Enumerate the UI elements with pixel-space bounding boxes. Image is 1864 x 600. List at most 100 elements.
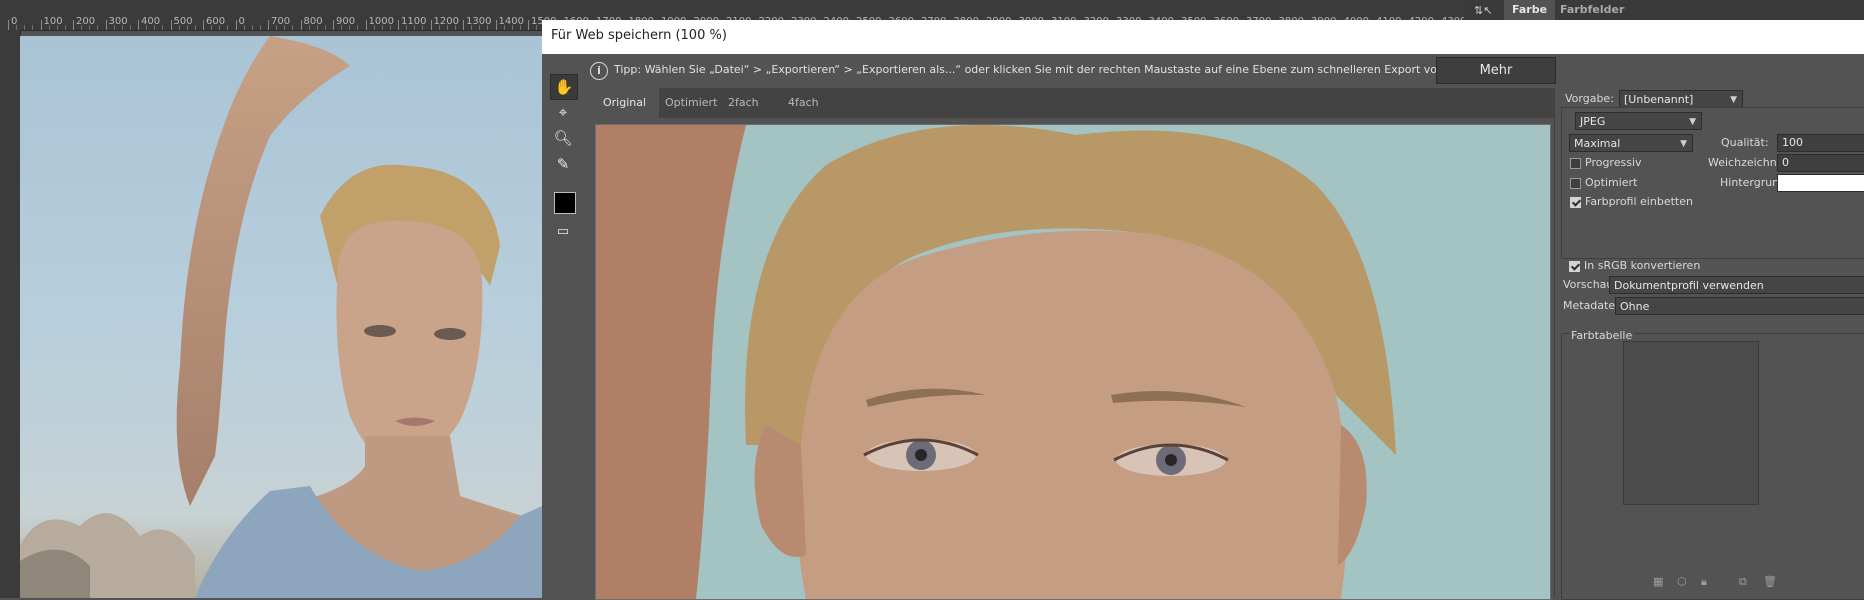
save-for-web-dialog: Für Web speichern (100 %) i Tipp: Wählen…: [542, 20, 1864, 600]
tab-farbfelder[interactable]: Farbfelder: [1552, 0, 1632, 20]
optimized-checkbox[interactable]: [1570, 178, 1581, 189]
slice-select-tool-icon[interactable]: ⌖: [550, 100, 576, 124]
ruler-minor-tick: [308, 25, 310, 30]
ruler-tick: [398, 20, 399, 30]
ruler-minor-tick: [48, 25, 50, 30]
ruler-tick-label: 300: [108, 16, 128, 27]
dialog-toolbar: ✋ ⌖ 🔍︎ ✎ ▭: [542, 54, 590, 598]
preview-select[interactable]: Dokumentprofil verwenden: [1609, 276, 1864, 294]
ruler-minor-tick: [406, 25, 408, 30]
trash-icon[interactable]: 🗑︎: [1763, 575, 1777, 588]
ruler-minor-tick: [211, 25, 213, 30]
optimization-settings-panel: Vorgabe: [Unbenannt] ▼ JPEG ▼ Maximal ▼ …: [1554, 88, 1864, 600]
matte-color-select[interactable]: [1777, 174, 1864, 192]
ruler-minor-tick: [349, 25, 351, 30]
quality-preset-value: Maximal: [1574, 137, 1621, 150]
tab-farbe[interactable]: Farbe: [1504, 0, 1556, 20]
map-color-transparent-icon[interactable]: ▦: [1653, 575, 1663, 588]
ruler-tick: [8, 20, 9, 30]
ruler-minor-tick: [471, 25, 473, 30]
progressive-checkbox[interactable]: [1570, 158, 1581, 169]
ruler-minor-tick: [186, 25, 188, 30]
toggle-slices-icon[interactable]: ▭: [550, 220, 576, 244]
ruler-minor-tick: [438, 25, 440, 30]
tip-bar: i Tipp: Wählen Sie „Datei“ > „Exportiere…: [590, 54, 1864, 88]
quality-preset-select[interactable]: Maximal ▼: [1569, 134, 1693, 152]
ruler-minor-tick: [219, 25, 221, 30]
format-value: JPEG: [1580, 115, 1606, 128]
quality-input[interactable]: 100: [1777, 134, 1864, 152]
eyedropper-tool-icon[interactable]: ✎: [550, 152, 576, 176]
ruler-minor-tick: [414, 25, 416, 30]
ruler-minor-tick: [381, 25, 383, 30]
new-color-icon[interactable]: ⧉: [1739, 575, 1747, 589]
ruler-tick: [365, 20, 367, 30]
info-icon: i: [590, 62, 608, 80]
ruler-minor-tick: [178, 25, 180, 30]
preview-canvas[interactable]: [595, 124, 1551, 600]
ruler-minor-tick: [324, 25, 326, 30]
hand-tool-icon[interactable]: ✋: [550, 74, 578, 100]
more-button[interactable]: Mehr: [1436, 57, 1556, 84]
eyedropper-color-swatch[interactable]: [554, 192, 576, 214]
embed-profile-checkbox[interactable]: [1570, 197, 1581, 208]
ruler-minor-tick: [56, 25, 58, 30]
vertical-ruler: [0, 30, 21, 598]
preset-select[interactable]: [Unbenannt] ▼: [1619, 90, 1743, 108]
ruler-minor-tick: [146, 25, 148, 30]
dialog-titlebar[interactable]: Für Web speichern (100 %): [542, 20, 1864, 54]
ruler-tick-label: 400: [141, 16, 161, 27]
ruler-minor-tick: [341, 25, 343, 30]
ruler-minor-tick: [32, 25, 34, 30]
metadata-select[interactable]: Ohne: [1615, 297, 1864, 315]
preset-value: [Unbenannt]: [1624, 93, 1694, 106]
ruler-minor-tick: [24, 25, 26, 30]
ruler-minor-tick: [454, 25, 456, 30]
ruler-tick-label: 100: [43, 16, 63, 27]
ruler-tick: [40, 20, 42, 30]
tab-2fach[interactable]: 2fach: [715, 88, 772, 118]
convert-srgb-label: In sRGB konvertieren: [1584, 259, 1701, 272]
lock-color-icon[interactable]: 🔒︎: [1701, 575, 1707, 589]
ruler-tick: [268, 20, 269, 30]
ruler-minor-tick: [357, 25, 359, 30]
embed-profile-label: Farbprofil einbetten: [1585, 195, 1693, 208]
ruler-tick: [73, 20, 74, 30]
color-table-grid[interactable]: [1623, 341, 1759, 505]
ruler-tick: [105, 20, 107, 30]
zoom-tool-icon[interactable]: 🔍︎: [550, 126, 576, 150]
ruler-minor-tick: [292, 25, 294, 30]
ruler-tick-label: 200: [76, 16, 96, 27]
chevron-down-icon: ▼: [1689, 117, 1696, 127]
tip-text: Tipp: Wählen Sie „Datei“ > „Exportieren“…: [614, 63, 1507, 76]
blur-input[interactable]: 0: [1777, 154, 1864, 172]
ruler-minor-tick: [154, 25, 156, 30]
chevron-down-icon: ▼: [1680, 139, 1687, 149]
ruler-tick-label: 600: [206, 16, 226, 27]
ruler-minor-tick: [389, 25, 391, 30]
ruler-tick: [235, 20, 237, 30]
ruler-tick: [495, 20, 497, 30]
ruler-tick: [170, 20, 172, 30]
panel-arrange-icon[interactable]: ⇅↖: [1474, 4, 1500, 18]
tab-4fach[interactable]: 4fach: [775, 88, 832, 118]
ruler-minor-tick: [276, 25, 278, 30]
ruler-minor-tick: [284, 25, 286, 30]
progressive-label: Progressiv: [1585, 156, 1642, 169]
ruler-tick: [430, 20, 432, 30]
ruler-tick: [528, 20, 529, 30]
optimized-label: Optimiert: [1585, 176, 1638, 189]
preset-label: Vorgabe:: [1565, 92, 1614, 105]
format-select[interactable]: JPEG ▼: [1575, 112, 1702, 130]
document-photo: [20, 36, 542, 598]
tab-original[interactable]: Original: [590, 88, 660, 118]
ruler-tick: [300, 20, 302, 30]
ruler-minor-tick: [373, 25, 375, 30]
preview-value: Dokumentprofil verwenden: [1614, 279, 1764, 292]
ruler-minor-tick: [519, 25, 521, 30]
ruler-minor-tick: [446, 25, 448, 30]
web-shift-icon[interactable]: ⬡: [1677, 575, 1687, 588]
convert-srgb-checkbox[interactable]: [1569, 261, 1580, 272]
ruler-tick: [138, 20, 139, 30]
ruler-minor-tick: [97, 25, 99, 30]
